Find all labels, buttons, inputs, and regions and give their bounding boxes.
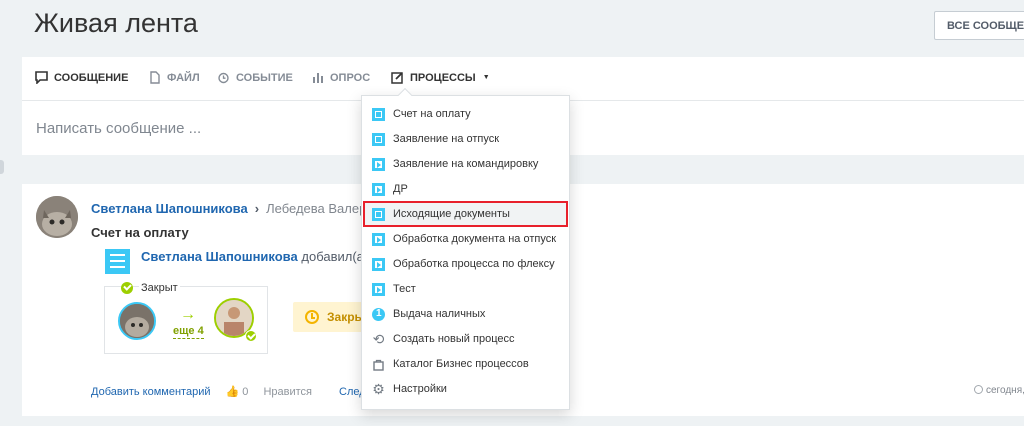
menu-item-settings[interactable]: ⚙ Настройки: [361, 377, 570, 402]
menu-item-label: Выдача наличных: [393, 308, 486, 320]
post-title: Счет на оплату: [91, 225, 189, 240]
gear-icon: ⚙: [372, 381, 385, 397]
add-comment-link[interactable]: Добавить комментарий: [91, 386, 210, 398]
like-count: 0: [242, 386, 249, 398]
avatar[interactable]: [36, 196, 78, 238]
menu-item-test[interactable]: Тест: [361, 277, 570, 302]
like-button[interactable]: 👍 0 Нравится: [226, 386, 324, 398]
menu-item-label: Настройки: [393, 383, 447, 395]
refresh-icon: ⟲: [372, 331, 385, 347]
bar-chart-icon: [311, 71, 324, 84]
message-input[interactable]: Написать сообщение ...: [36, 120, 201, 137]
tab-poll-label: ОПРОС: [330, 71, 371, 84]
menu-item-label: Заявление на отпуск: [393, 133, 500, 145]
menu-item-label: Обработка документа на отпуск: [393, 233, 557, 245]
process-icon: [372, 233, 385, 246]
menu-item-label: Создать новый процесс: [393, 333, 515, 345]
menu-item-dr[interactable]: ДР: [361, 177, 570, 202]
process-icon: [372, 258, 385, 271]
like-label: Нравится: [263, 386, 312, 398]
workflow-status: Закрыт: [139, 282, 180, 294]
edit-doc-icon: [372, 133, 385, 146]
process-icon: [372, 183, 385, 196]
author-link[interactable]: Светлана Шапошникова: [91, 201, 248, 216]
tab-processes[interactable]: ПРОЦЕССЫ ▼: [391, 71, 490, 84]
menu-item-label: Каталог Бизнес процессов: [393, 358, 529, 370]
arrow-right-icon: →: [180, 306, 196, 323]
coin-icon: [372, 308, 385, 321]
check-icon: [245, 330, 257, 342]
alarm-clock-icon: [217, 71, 230, 84]
tab-processes-label: ПРОЦЕССЫ: [410, 71, 476, 84]
edit-icon: [391, 71, 404, 84]
menu-item-vacation-doc-processing[interactable]: Обработка документа на отпуск: [361, 227, 570, 252]
tab-file-label: ФАЙЛ: [167, 71, 200, 84]
tab-message-label: СООБЩЕНИЕ: [54, 71, 129, 84]
chevron-right-icon: ›: [254, 201, 260, 216]
tab-message[interactable]: СООБЩЕНИЕ: [35, 71, 129, 85]
menu-item-label: ДР: [393, 183, 408, 195]
status-badge-text: Закры: [327, 310, 365, 324]
more-participants-link[interactable]: еще 4: [173, 325, 204, 340]
menu-item-cash-issue[interactable]: Выдача наличных: [361, 302, 570, 327]
menu-item-business-trip-request[interactable]: Заявление на командировку: [361, 152, 570, 177]
clock-icon: [305, 310, 319, 324]
scroll-handle[interactable]: [0, 160, 4, 174]
invoice-icon: [105, 249, 130, 274]
menu-item-label: Обработка процесса по флексу: [393, 258, 555, 270]
menu-item-create-process[interactable]: ⟲ Создать новый процесс: [361, 327, 570, 352]
chevron-down-icon: ▼: [482, 74, 490, 81]
invoice-icon: [372, 108, 385, 121]
post-header: Светлана Шапошникова › Лебедева Валерия,: [91, 201, 384, 216]
post-time-text: сегодня, 1: [986, 385, 1024, 396]
tab-event[interactable]: СОБЫТИЕ: [217, 71, 293, 84]
tab-file[interactable]: ФАЙЛ: [148, 71, 200, 84]
menu-item-vacation-request[interactable]: Заявление на отпуск: [361, 127, 570, 152]
menu-item-process-catalog[interactable]: Каталог Бизнес процессов: [361, 352, 570, 377]
workflow-box: Закрыт → еще 4: [104, 282, 268, 354]
avatar[interactable]: [118, 302, 156, 340]
highlight-frame: [363, 201, 568, 227]
message-icon: [35, 71, 48, 85]
tab-event-label: СОБЫТИЕ: [236, 71, 293, 84]
menu-item-label: Заявление на командировку: [393, 158, 539, 170]
menu-item-invoice[interactable]: Счет на оплату: [361, 102, 570, 127]
activity-line: Светлана Шапошникова добавил(а) сч: [141, 249, 385, 264]
page-title: Живая лента: [34, 8, 198, 38]
clock-icon: [974, 385, 983, 394]
post-time: сегодня, 1: [974, 385, 1024, 396]
menu-item-label: Тест: [393, 283, 416, 295]
sub-author-link[interactable]: Светлана Шапошникова: [141, 249, 298, 264]
check-icon: [121, 282, 133, 294]
file-icon: [148, 71, 161, 84]
trip-icon: [372, 158, 385, 171]
menu-item-label: Счет на оплату: [393, 108, 471, 120]
tab-poll[interactable]: ОПРОС: [311, 71, 370, 84]
thumbs-up-icon: 👍: [225, 386, 240, 398]
process-icon: [372, 283, 385, 296]
menu-item-flex-processing[interactable]: Обработка процесса по флексу: [361, 252, 570, 277]
bag-icon: [372, 358, 385, 371]
all-messages-button[interactable]: ВСЕ СООБЩЕНИЯ: [934, 11, 1024, 40]
